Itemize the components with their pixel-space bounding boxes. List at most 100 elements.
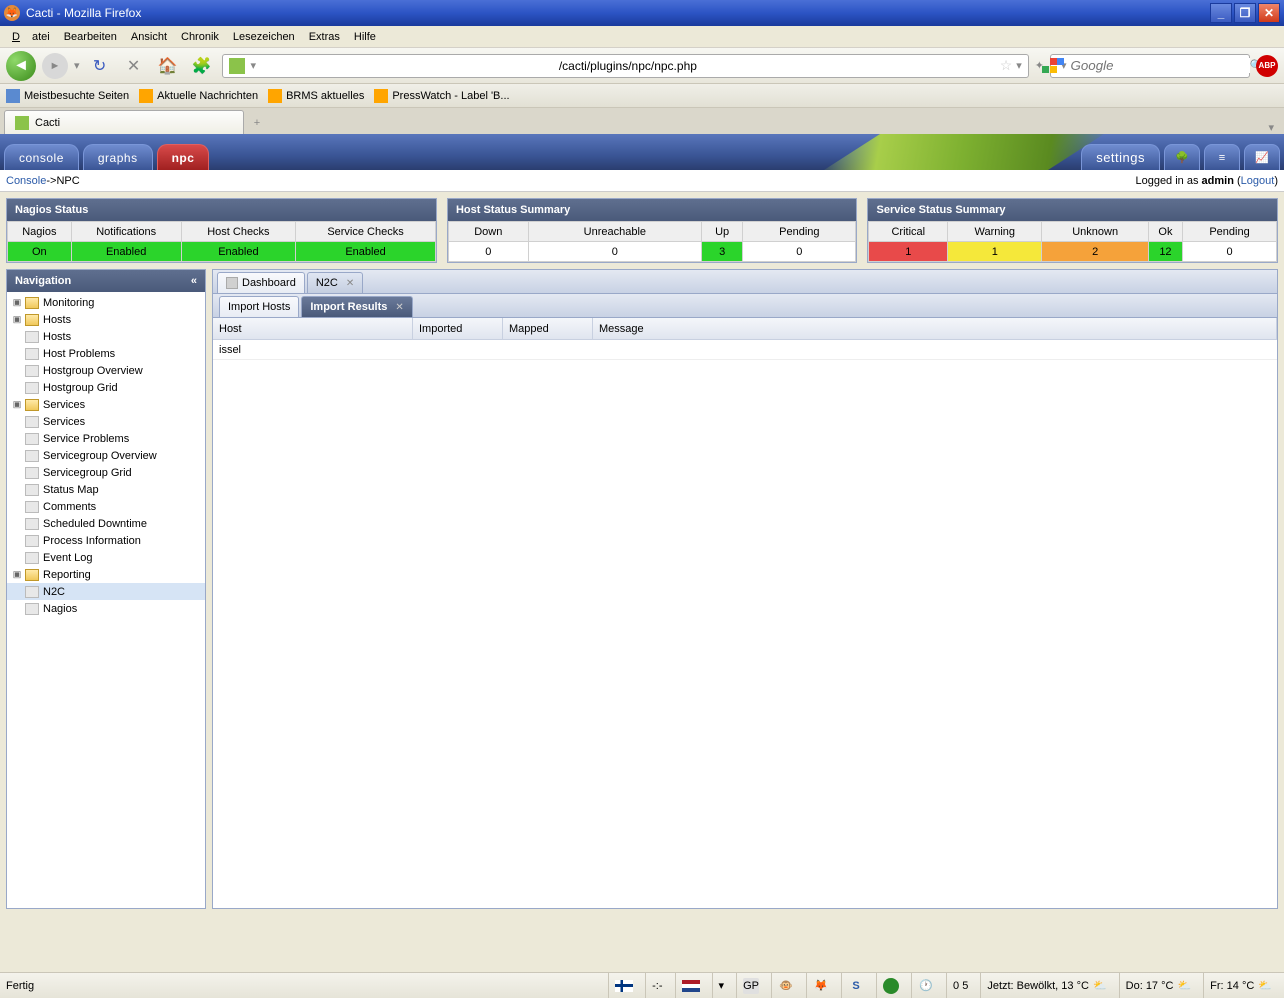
crumb-console[interactable]: Console [6, 175, 46, 187]
col-ok[interactable]: Ok [1148, 222, 1182, 242]
tray-s-icon[interactable]: S [848, 978, 864, 994]
tray-monkey-icon[interactable]: 🐵 [778, 978, 794, 994]
tray-green-icon[interactable] [883, 978, 899, 994]
menu-history[interactable]: Chronik [175, 29, 225, 45]
address-bar[interactable]: ▾ ☆ ▾ [222, 54, 1029, 78]
bookmark-star-icon[interactable]: ☆ [1000, 57, 1013, 74]
col-pending[interactable]: Pending [743, 222, 856, 242]
tree-monitoring[interactable]: ▣Monitoring [7, 294, 205, 311]
status-dropdown[interactable]: ▾ [712, 973, 731, 998]
bookmark-brms[interactable]: BRMS aktuelles [268, 89, 364, 103]
reload-button[interactable]: ↻ [86, 52, 114, 80]
tab-npc[interactable]: npc [157, 144, 210, 170]
forward-button[interactable]: ► [42, 53, 68, 79]
search-box[interactable]: ▾ 🔍 [1050, 54, 1250, 78]
close-button[interactable]: ✕ [1258, 3, 1280, 23]
tree-n2c[interactable]: N2C [7, 583, 205, 600]
menu-view[interactable]: Ansicht [125, 29, 173, 45]
menu-help[interactable]: Hilfe [348, 29, 382, 45]
tree-hostgroup-grid[interactable]: Hostgroup Grid [7, 379, 205, 396]
col-svc-pending[interactable]: Pending [1183, 222, 1277, 242]
addon-button[interactable]: 🧩 [188, 52, 216, 80]
tab-graphs[interactable]: graphs [83, 144, 153, 170]
new-tab-button[interactable]: + [246, 112, 268, 134]
tree-event-log[interactable]: Event Log [7, 549, 205, 566]
tab-settings[interactable]: settings [1081, 144, 1160, 170]
tree-hosts-folder[interactable]: ▣Hosts [7, 311, 205, 328]
bookmark-news[interactable]: Aktuelle Nachrichten [139, 89, 258, 103]
tray-gp-icon[interactable]: GP [743, 978, 759, 994]
flag-nl[interactable] [675, 973, 706, 998]
tree-service-problems[interactable]: Service Problems [7, 430, 205, 447]
leaf-icon [25, 416, 39, 428]
tree-hostgroup-overview[interactable]: Hostgroup Overview [7, 362, 205, 379]
search-input[interactable] [1071, 58, 1250, 73]
home-button[interactable]: 🏠 [154, 52, 182, 80]
col-hostchecks[interactable]: Host Checks [181, 222, 295, 242]
col-message[interactable]: Message [593, 318, 1277, 339]
col-mapped[interactable]: Mapped [503, 318, 593, 339]
tree-servicegroup-overview[interactable]: Servicegroup Overview [7, 447, 205, 464]
weather-do[interactable]: Do: 17 °C ⛅ [1119, 973, 1198, 998]
tree-comments[interactable]: Comments [7, 498, 205, 515]
menu-extras[interactable]: Extras [303, 29, 346, 45]
tab-console[interactable]: console [4, 144, 79, 170]
minimize-button[interactable]: _ [1210, 3, 1232, 23]
table-row[interactable]: issel [213, 340, 1277, 360]
tab-dashboard[interactable]: Dashboard [217, 272, 305, 293]
col-nagios[interactable]: Nagios [8, 222, 72, 242]
collapse-nav-icon[interactable]: « [191, 275, 197, 287]
tree-hosts[interactable]: Hosts [7, 328, 205, 345]
menu-edit[interactable]: Bearbeiten [58, 29, 123, 45]
col-critical[interactable]: Critical [869, 222, 948, 242]
weather-now[interactable]: Jetzt: Bewölkt, 13 °C ⛅ [980, 973, 1112, 998]
toolbar-icon[interactable]: ✦ [1035, 59, 1044, 72]
tab-n2c-content[interactable]: N2C✕ [307, 272, 363, 293]
col-up[interactable]: Up [702, 222, 743, 242]
col-host[interactable]: Host [213, 318, 413, 339]
col-warning[interactable]: Warning [948, 222, 1042, 242]
browser-tab-cacti[interactable]: Cacti [4, 110, 244, 134]
tree-nagios[interactable]: Nagios [7, 600, 205, 617]
header-list-icon[interactable]: ≡ [1204, 144, 1240, 170]
tree-services-folder[interactable]: ▣Services [7, 396, 205, 413]
menu-bookmarks[interactable]: Lesezeichen [227, 29, 301, 45]
header-tree-icon[interactable]: 🌳 [1164, 144, 1200, 170]
tabs-overflow[interactable]: ▾ [1262, 121, 1280, 134]
close-tab-icon[interactable]: ✕ [346, 278, 354, 289]
netherlands-flag-icon [682, 980, 700, 992]
tree-process-info[interactable]: Process Information [7, 532, 205, 549]
tree-servicegroup-grid[interactable]: Servicegroup Grid [7, 464, 205, 481]
tray-clock-icon[interactable]: 🕐 [918, 978, 934, 994]
menu-file[interactable]: Datei [6, 29, 56, 45]
col-imported[interactable]: Imported [413, 318, 503, 339]
adblock-icon[interactable]: ABP [1256, 55, 1278, 77]
tree-host-problems[interactable]: Host Problems [7, 345, 205, 362]
tree-services[interactable]: Services [7, 413, 205, 430]
back-button[interactable]: ◄ [6, 51, 36, 81]
subtab-import-results[interactable]: Import Results✕ [301, 296, 412, 317]
col-unreachable[interactable]: Unreachable [528, 222, 701, 242]
col-down[interactable]: Down [448, 222, 528, 242]
bookmark-most-visited[interactable]: Meistbesuchte Seiten [6, 89, 129, 103]
history-dropdown[interactable]: ▾ [74, 59, 80, 72]
col-notifications[interactable]: Notifications [71, 222, 181, 242]
tree-scheduled-downtime[interactable]: Scheduled Downtime [7, 515, 205, 532]
stop-button[interactable]: ✕ [120, 52, 148, 80]
tree-status-map[interactable]: Status Map [7, 481, 205, 498]
header-graph-icon[interactable]: 📈 [1244, 144, 1280, 170]
tree-reporting[interactable]: ▣Reporting [7, 566, 205, 583]
site-dropdown[interactable]: ▾ [251, 59, 257, 72]
weather-fr[interactable]: Fr: 14 °C ⛅ [1203, 973, 1278, 998]
bookmark-presswatch[interactable]: PressWatch - Label 'B... [374, 89, 509, 103]
flag-fi[interactable] [608, 973, 639, 998]
maximize-button[interactable]: ❐ [1234, 3, 1256, 23]
url-input[interactable] [262, 59, 994, 73]
close-subtab-icon[interactable]: ✕ [395, 302, 403, 313]
url-dropdown[interactable]: ▾ [1016, 59, 1022, 72]
logout-link[interactable]: Logout [1241, 175, 1275, 187]
tray-firefox-icon[interactable]: 🦊 [813, 978, 829, 994]
subtab-import-hosts[interactable]: Import Hosts [219, 296, 299, 317]
col-unknown[interactable]: Unknown [1042, 222, 1148, 242]
col-servicechecks[interactable]: Service Checks [296, 222, 436, 242]
